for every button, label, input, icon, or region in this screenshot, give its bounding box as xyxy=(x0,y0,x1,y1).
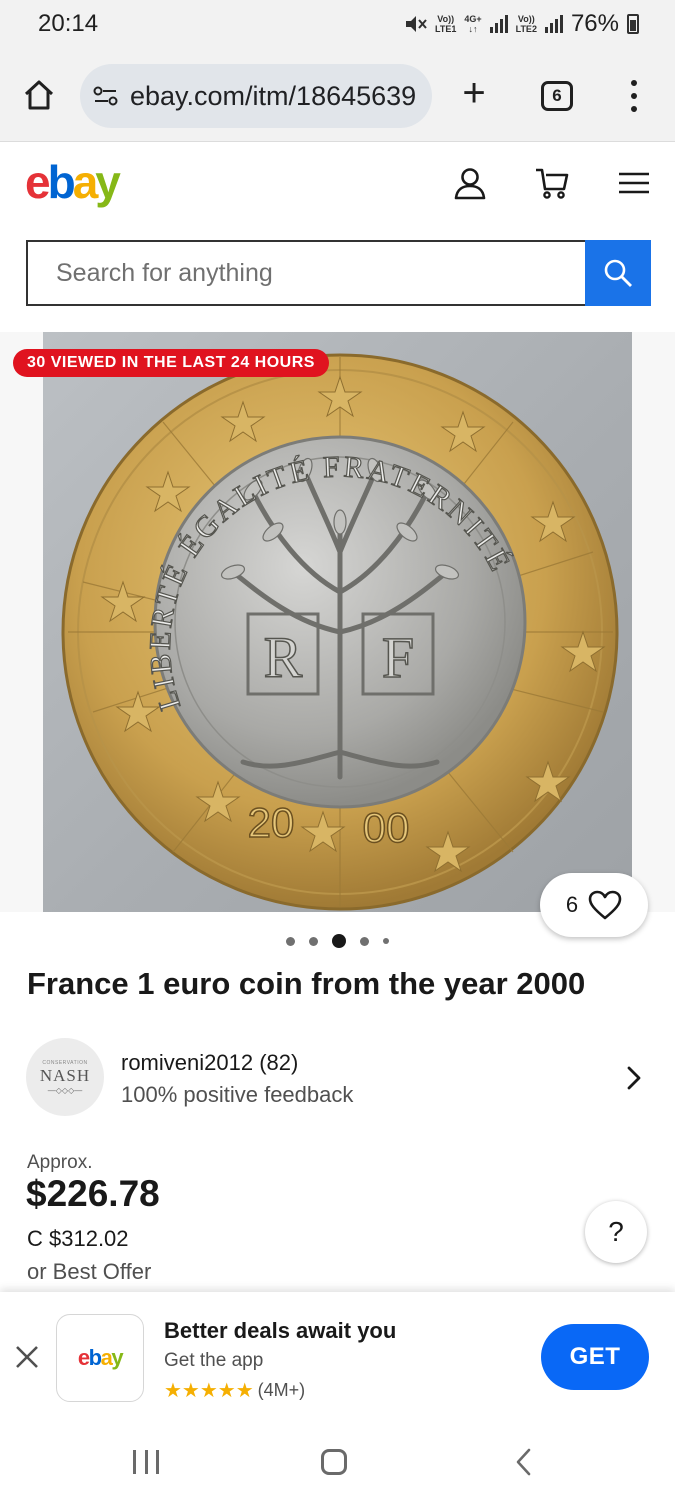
pagination-dot[interactable] xyxy=(309,936,318,946)
logo-letter-y: y xyxy=(95,156,121,208)
app-logo-letter-b: b xyxy=(88,1345,102,1370)
image-pagination xyxy=(0,934,675,948)
coin-initial-f: F xyxy=(382,625,414,690)
coin-initial-r: R xyxy=(264,625,303,690)
price: $226.78 xyxy=(26,1173,160,1214)
network-tag-bottom: ↓↑ xyxy=(468,24,478,34)
recents-icon[interactable] xyxy=(133,1450,159,1474)
close-icon[interactable] xyxy=(14,1344,40,1370)
get-app-button[interactable]: GET xyxy=(541,1324,649,1390)
banner-title: Better deals await you xyxy=(164,1318,397,1343)
ebay-logo[interactable]: ebay xyxy=(25,155,121,209)
app-logo-letter-e: e xyxy=(77,1345,90,1370)
cart-icon[interactable] xyxy=(534,165,570,201)
chevron-right-icon[interactable] xyxy=(624,1066,644,1090)
search-input[interactable] xyxy=(26,240,585,306)
account-icon[interactable] xyxy=(452,165,488,201)
site-settings-icon[interactable] xyxy=(92,85,120,107)
address-bar[interactable]: ebay.com/itm/18645639 xyxy=(80,64,432,128)
search-bar xyxy=(26,240,651,306)
status-indicators: Vo)) LTE1 4G+ ↓↑ Vo)) LTE2 76% xyxy=(403,10,639,38)
app-install-banner: ebay Better deals await you Get the app … xyxy=(0,1292,675,1420)
logo-letter-b: b xyxy=(47,156,76,208)
approx-label: Approx. xyxy=(27,1152,93,1173)
home-nav-icon[interactable] xyxy=(321,1449,347,1475)
coin-illustration: R F LIBERTÉ ÉGALITÉ FRATERNITÉ 20 00 xyxy=(61,353,619,911)
home-icon[interactable] xyxy=(22,78,56,112)
best-offer-label: or Best Offer xyxy=(27,1259,152,1284)
sim1-tag-top: Vo)) xyxy=(437,14,455,24)
network-tag-top: 4G+ xyxy=(464,14,482,24)
battery-icon xyxy=(627,14,639,34)
network-tag: 4G+ ↓↑ xyxy=(464,14,481,34)
back-icon[interactable] xyxy=(514,1448,534,1476)
ebay-header: ebay xyxy=(0,143,675,233)
rating-count: (4M+) xyxy=(257,1380,306,1400)
tabs-icon[interactable]: 6 xyxy=(541,81,573,111)
sim1-tag-bottom: LTE1 xyxy=(435,24,457,34)
logo-letter-e: e xyxy=(25,156,51,208)
avatar: CONSERVATION NASH —◇◇◇— xyxy=(26,1038,104,1116)
avatar-ornament: —◇◇◇— xyxy=(47,1085,83,1095)
url-text: ebay.com/itm/18645639 xyxy=(130,80,417,111)
hamburger-icon[interactable] xyxy=(616,165,652,201)
pagination-dot[interactable] xyxy=(383,938,389,944)
signal-icon xyxy=(489,15,508,33)
seller-feedback: 100% positive feedback xyxy=(121,1082,354,1107)
listing-title: France 1 euro coin from the year 2000 xyxy=(27,966,586,1001)
search-button[interactable] xyxy=(585,240,651,306)
seller-name[interactable]: romiveni2012 (82) xyxy=(121,1050,298,1076)
sim1-tag: Vo)) LTE1 xyxy=(435,14,456,34)
status-bar: 20:14 Vo)) LTE1 4G+ ↓↑ Vo)) LTE2 76% xyxy=(0,0,675,50)
pagination-dot-active[interactable] xyxy=(332,934,346,948)
battery-percent: 76% xyxy=(570,10,619,37)
watch-button[interactable]: 6 xyxy=(540,873,648,937)
new-tab-icon[interactable]: + xyxy=(458,73,490,113)
mute-icon xyxy=(406,16,427,32)
app-logo: ebay xyxy=(56,1314,144,1402)
watch-count: 6 xyxy=(565,892,579,917)
converted-price: C $312.02 xyxy=(27,1226,129,1251)
product-image[interactable]: R F LIBERTÉ ÉGALITÉ FRATERNITÉ 20 00 xyxy=(43,332,632,912)
app-logo-letter-y: y xyxy=(111,1345,123,1370)
star-rating-icon: ★★★★★ xyxy=(164,1380,254,1402)
pagination-dot[interactable] xyxy=(286,936,295,946)
search-icon xyxy=(604,259,632,287)
avatar-name: NASH xyxy=(39,1065,91,1085)
help-button[interactable]: ? xyxy=(585,1201,647,1263)
signal-icon-2 xyxy=(544,15,563,33)
sim2-tag-bottom: LTE2 xyxy=(515,24,537,34)
pagination-dot[interactable] xyxy=(360,936,369,946)
system-nav-bar xyxy=(0,1420,675,1500)
coin-year-right: 00 xyxy=(363,804,410,851)
banner-rating: ★★★★★ (4M+) xyxy=(164,1378,305,1403)
image-gallery[interactable]: R F LIBERTÉ ÉGALITÉ FRATERNITÉ 20 00 xyxy=(0,332,675,912)
sim2-tag-top: Vo)) xyxy=(517,14,535,24)
app-logo-letter-a: a xyxy=(100,1345,113,1370)
more-vert-icon[interactable] xyxy=(628,80,640,112)
browser-toolbar: ebay.com/itm/18645639 + 6 xyxy=(0,50,675,142)
seller-card[interactable]: CONSERVATION NASH —◇◇◇— romiveni2012 (82… xyxy=(0,1036,675,1118)
logo-letter-a: a xyxy=(72,156,99,208)
sim2-tag: Vo)) LTE2 xyxy=(516,14,537,34)
viewed-badge: 30 VIEWED IN THE LAST 24 HOURS xyxy=(13,349,329,377)
status-time: 20:14 xyxy=(38,10,99,37)
heart-icon xyxy=(588,890,622,920)
banner-subtitle: Get the app xyxy=(164,1350,264,1371)
coin-year-left: 20 xyxy=(248,799,295,846)
